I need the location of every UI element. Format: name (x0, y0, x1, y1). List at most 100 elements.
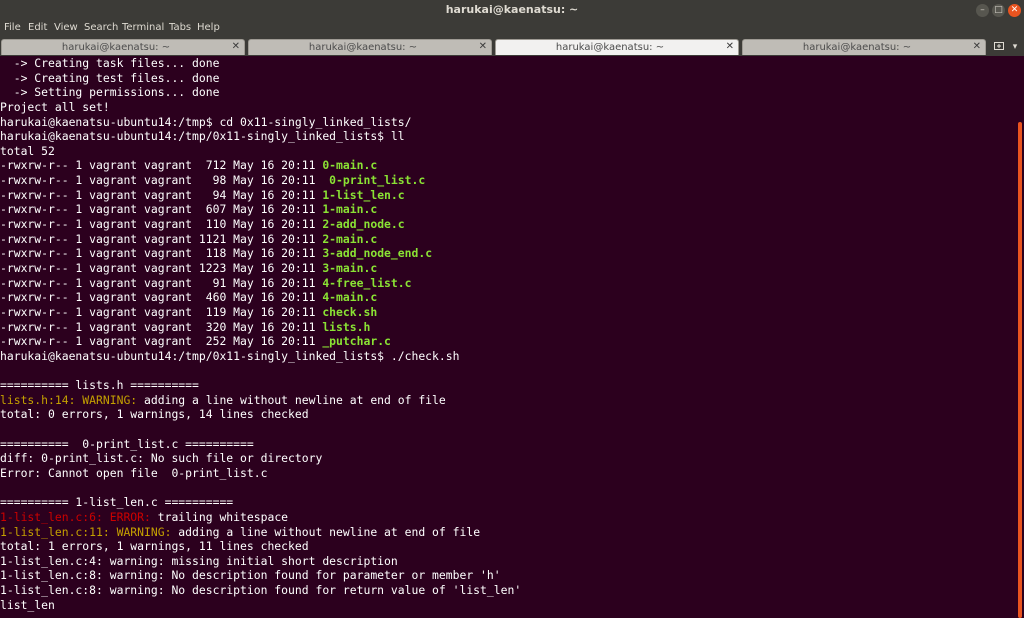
terminal-text: harukai@kaenatsu-ubuntu14:/tmp/0x11-sing… (0, 129, 405, 144)
terminal-text: ========== lists.h ========== (0, 378, 199, 393)
terminal-line: -> Creating test files... done (0, 71, 1016, 86)
scrollbar-thumb[interactable] (1018, 122, 1022, 618)
close-tab-icon[interactable]: ✕ (232, 41, 240, 52)
close-tab-icon[interactable]: ✕ (726, 41, 734, 52)
window-title: harukai@kaenatsu: ~ (445, 3, 579, 16)
terminal-line: -rwxrw-r-- 1 vagrant vagrant 1121 May 16… (0, 232, 1016, 247)
terminal-text: 1-list_len.c:11: WARNING: (0, 524, 172, 539)
terminal-text: ========== 1-list_len.c ========== (0, 495, 234, 510)
terminal-line: -rwxrw-r-- 1 vagrant vagrant 712 May 16 … (0, 158, 1016, 173)
terminal-text: 0-print_list.c (322, 173, 426, 188)
terminal-text: -> Creating task files... done (0, 56, 220, 70)
terminal-text: harukai@kaenatsu-ubuntu14:/tmp$ cd 0x11-… (0, 114, 412, 129)
terminal-text: list_len (0, 597, 55, 612)
tab-label: harukai@kaenatsu: ~ (802, 42, 912, 53)
chevron-down-icon[interactable]: ▾ (1009, 40, 1021, 54)
tab-bar: harukai@kaenatsu: ~ ✕ harukai@kaenatsu: … (0, 38, 1024, 56)
terminal-text: -rwxrw-r-- 1 vagrant vagrant 1121 May 16… (0, 231, 323, 246)
scrollbar[interactable] (1016, 56, 1024, 618)
new-tab-icon[interactable] (992, 40, 1006, 54)
terminal-line: lists.h:14: WARNING: adding a line witho… (0, 393, 1016, 408)
terminal-text: 1-list_len.c:6: ERROR: (0, 509, 151, 524)
terminal-text: -rwxrw-r-- 1 vagrant vagrant 460 May 16 … (0, 290, 323, 305)
terminal-line: -rwxrw-r-- 1 vagrant vagrant 320 May 16 … (0, 320, 1016, 335)
menu-view[interactable]: View (54, 22, 78, 33)
terminal-line: 1-list_len.c:4: warning: missing initial… (0, 554, 1016, 569)
terminal-line: -rwxrw-r-- 1 vagrant vagrant 118 May 16 … (0, 246, 1016, 261)
terminal-text: 3-add_node_end.c (322, 246, 433, 261)
terminal-line: ========== 0-print_list.c ========== (0, 437, 1016, 452)
terminal-text: 1-list_len.c:8: warning: No description … (0, 568, 501, 583)
terminal-text: adding a line without newline at end of … (171, 524, 481, 539)
terminal-text: lists.h (322, 319, 371, 334)
tab-4[interactable]: harukai@kaenatsu: ~ ✕ (742, 39, 986, 55)
terminal-text: lists.h:14: WARNING: (0, 392, 138, 407)
terminal-text: trailing whitespace (150, 509, 289, 524)
terminal-text: -rwxrw-r-- 1 vagrant vagrant 94 May 16 2… (0, 187, 323, 202)
terminal-text: harukai@kaenatsu-ubuntu14:/tmp/0x11-sing… (0, 348, 460, 363)
minimize-button[interactable]: – (976, 4, 989, 17)
terminal-line: 1-list_len.c:8: warning: No description … (0, 583, 1016, 598)
menu-search[interactable]: Search (84, 22, 118, 33)
terminal-line: harukai@kaenatsu-ubuntu14:/tmp/0x11-sing… (0, 349, 1016, 364)
tab-1[interactable]: harukai@kaenatsu: ~ ✕ (1, 39, 245, 55)
terminal-text: total 52 (0, 143, 55, 158)
terminal-text: 3-main.c (322, 260, 378, 275)
terminal-line: 1-list_len.c:8: warning: No description … (0, 568, 1016, 583)
terminal-text: 1-list_len.c:8: warning: No description … (0, 583, 522, 598)
terminal-line: diff: 0-print_list.c: No such file or di… (0, 451, 1016, 466)
menu-terminal[interactable]: Terminal (122, 22, 164, 33)
terminal-text: 2-add_node.c (322, 217, 405, 232)
terminal-text: 0-main.c (322, 158, 378, 173)
terminal-line: 1-list_len.c:11: WARNING: adding a line … (0, 525, 1016, 540)
terminal-line: list_len (0, 598, 1016, 613)
terminal-line: -rwxrw-r-- 1 vagrant vagrant 607 May 16 … (0, 202, 1016, 217)
tab-2[interactable]: harukai@kaenatsu: ~ ✕ (248, 39, 492, 55)
terminal-text: -rwxrw-r-- 1 vagrant vagrant 118 May 16 … (0, 246, 323, 261)
terminal-text: -rwxrw-r-- 1 vagrant vagrant 252 May 16 … (0, 334, 323, 349)
terminal-text: -rwxrw-r-- 1 vagrant vagrant 110 May 16 … (0, 217, 323, 232)
terminal-text: -rwxrw-r-- 1 vagrant vagrant 712 May 16 … (0, 158, 323, 173)
terminal-text: -> Setting permissions... done (0, 85, 220, 100)
terminal-line: Project all set! (0, 100, 1016, 115)
terminal-line: -rwxrw-r-- 1 vagrant vagrant 110 May 16 … (0, 217, 1016, 232)
terminal-text: -rwxrw-r-- 1 vagrant vagrant 320 May 16 … (0, 319, 323, 334)
title-bar: harukai@kaenatsu: ~ – □ ✕ (0, 0, 1024, 21)
terminal-line: -rwxrw-r-- 1 vagrant vagrant 252 May 16 … (0, 334, 1016, 349)
terminal-line: total 52 (0, 144, 1016, 159)
terminal-text: 2-main.c (322, 231, 378, 246)
terminal-text: -rwxrw-r-- 1 vagrant vagrant 1223 May 16… (0, 260, 323, 275)
terminal-text: Error: Cannot open file 0-print_list.c (0, 465, 268, 480)
terminal-text: diff: 0-print_list.c: No such file or di… (0, 451, 323, 466)
close-tab-icon[interactable]: ✕ (479, 41, 487, 52)
terminal-text: 4-main.c (322, 290, 378, 305)
terminal-text: -rwxrw-r-- 1 vagrant vagrant 91 May 16 2… (0, 275, 323, 290)
terminal-text: adding a line without newline at end of … (137, 392, 446, 407)
terminal-text: check.sh (322, 304, 378, 319)
terminal-line: -rwxrw-r-- 1 vagrant vagrant 460 May 16 … (0, 290, 1016, 305)
terminal-line: 1-list_len.c:6: ERROR: trailing whitespa… (0, 510, 1016, 525)
terminal-line: total: 0 errors, 1 warnings, 14 lines ch… (0, 407, 1016, 422)
menu-edit[interactable]: Edit (28, 22, 47, 33)
menu-tabs[interactable]: Tabs (169, 22, 191, 33)
tab-3[interactable]: harukai@kaenatsu: ~ ✕ (495, 39, 739, 55)
menu-file[interactable]: File (4, 22, 21, 33)
tab-label: harukai@kaenatsu: ~ (308, 42, 418, 53)
menu-help[interactable]: Help (197, 22, 220, 33)
terminal-output[interactable]: -> Creating task files... done -> Creati… (0, 56, 1016, 618)
terminal-text: -> Creating test files... done (0, 70, 220, 85)
menu-bar: File Edit View Search Terminal Tabs Help (0, 21, 1024, 38)
terminal-line: -> Creating task files... done (0, 56, 1016, 71)
terminal-text: 1-list_len.c (322, 187, 405, 202)
terminal-text: total: 1 errors, 1 warnings, 11 lines ch… (0, 539, 309, 554)
close-button[interactable]: ✕ (1008, 4, 1021, 17)
maximize-button[interactable]: □ (992, 4, 1005, 17)
close-tab-icon[interactable]: ✕ (973, 41, 981, 52)
terminal-text: total: 0 errors, 1 warnings, 14 lines ch… (0, 407, 309, 422)
terminal-line: Error: Cannot open file 0-print_list.c (0, 466, 1016, 481)
terminal-text: -rwxrw-r-- 1 vagrant vagrant 98 May 16 2… (0, 173, 323, 188)
terminal-text: 4-free_list.c (322, 275, 412, 290)
terminal-line: total: 1 errors, 1 warnings, 11 lines ch… (0, 539, 1016, 554)
